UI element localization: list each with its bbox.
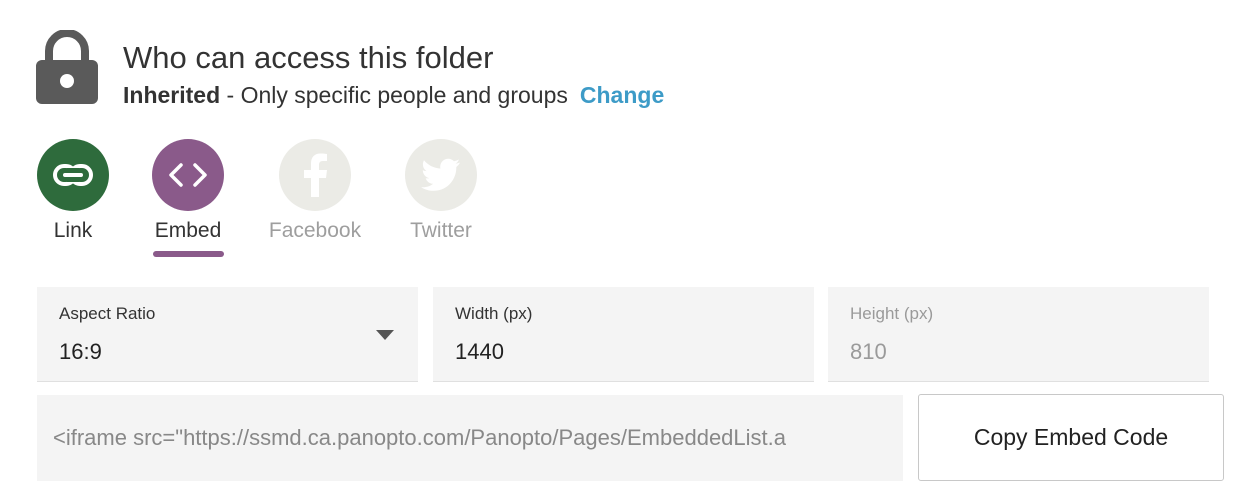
width-label: Width (px) [455,304,533,323]
access-status-text: - Only specific people and groups [220,82,568,108]
width-field[interactable]: Width (px) 1440 [433,287,814,382]
width-value[interactable]: 1440 [455,339,504,365]
link-icon [37,139,109,211]
share-label-facebook: Facebook [268,219,362,242]
embed-code-field[interactable]: <iframe src="https://ssmd.ca.panopto.com… [37,395,903,481]
aspect-ratio-label: Aspect Ratio [59,304,156,323]
twitter-icon [405,139,477,211]
access-status: Inherited - Only specific people and gro… [123,82,664,109]
share-label-embed: Embed [154,219,222,242]
lock-icon [36,30,98,104]
change-link[interactable]: Change [580,82,664,108]
share-label-link: Link [53,219,93,242]
height-value: 810 [850,339,887,364]
code-icon [152,139,224,211]
height-field: Height (px) 810 [828,287,1209,382]
aspect-ratio-select[interactable]: Aspect Ratio 16:9 [37,287,418,382]
access-title: Who can access this folder [123,40,494,75]
share-label-twitter: Twitter [410,219,472,242]
share-option-embed[interactable]: Embed [138,139,238,243]
chevron-down-icon[interactable] [376,330,394,340]
copy-embed-code-button[interactable]: Copy Embed Code [918,394,1224,481]
access-status-bold: Inherited [123,82,221,108]
aspect-ratio-value: 16:9 [59,339,102,364]
facebook-icon [279,139,351,211]
share-option-link[interactable]: Link [23,139,123,243]
height-label: Height (px) [850,304,934,323]
share-option-twitter[interactable]: Twitter [391,139,491,243]
share-option-facebook[interactable]: Facebook [265,139,365,243]
selected-tab-indicator [153,251,224,257]
